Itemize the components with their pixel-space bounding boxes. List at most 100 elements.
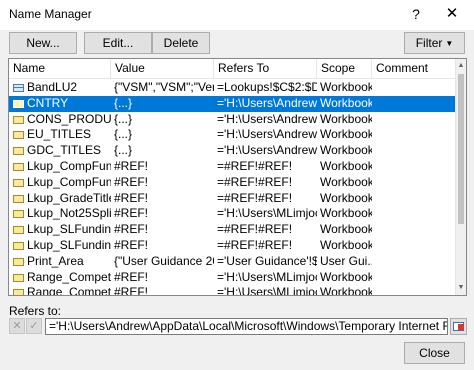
name-cell: BandLU2 <box>9 80 111 96</box>
row-name-text: GDC_TITLES <box>27 143 102 158</box>
collapse-dialog-button[interactable] <box>450 318 467 335</box>
row-name-text: Lkup_SLFunding2 <box>27 237 111 252</box>
row-name-text: CONS_PRODUCT <box>27 111 111 126</box>
value-cell: #REF! <box>114 237 149 252</box>
comment-cell <box>372 222 456 238</box>
row-name-text: BandLU2 <box>27 80 78 94</box>
refers-to-cell: ='H:\Users\Andrew... <box>217 143 317 158</box>
filter-button-label: Filter <box>415 36 443 50</box>
list-rows: BandLU2 {"VSM","VSM";"Very...=Lookups!$C$… <box>9 80 456 296</box>
row-name-text: Lkup_CompFun... <box>27 174 111 189</box>
table-row[interactable]: GDC_TITLES {...} ='H:\Users\Andrew... Workb… <box>9 143 456 159</box>
column-header-scope[interactable]: Scope <box>317 59 372 79</box>
row-name-text: Lkup_Not25Split <box>27 206 111 221</box>
scope-cell: Workbook <box>320 127 372 142</box>
refers-to-cell: =Lookups!$C$2:$D... <box>217 80 317 94</box>
table-row[interactable]: Lkup_GradeTitle...#REF! =#REF!#REF! Workbo… <box>9 191 456 207</box>
scope-cell: Workbook <box>320 80 372 94</box>
refers-to-cell: =#REF!#REF! <box>217 174 293 189</box>
table-row[interactable]: Range_Compet...#REF! ='H:\Users\MLimjoc..… <box>9 285 456 296</box>
comment-cell <box>372 112 456 128</box>
edit-button[interactable]: Edit... <box>84 32 152 54</box>
chevron-down-icon: ▼ <box>445 39 454 48</box>
name-cell: CONS_PRODUCT <box>9 112 111 128</box>
table-row[interactable]: CONS_PRODUCT{...} ='H:\Users\Andrew...Wor… <box>9 112 456 128</box>
refers-to-cell: ='H:\Users\Andrew... <box>217 127 317 142</box>
scroll-down-icon[interactable]: ▼ <box>456 281 466 295</box>
table-row[interactable]: Lkup_SLFunding2#REF! =#REF!#REF! Workbook <box>9 238 456 254</box>
scope-cell: Workbook <box>320 285 372 296</box>
column-header-comment[interactable]: Comment <box>372 59 456 79</box>
row-name-text: Print_Area <box>27 253 84 268</box>
value-cell: #REF! <box>114 158 149 173</box>
name-cell: GDC_TITLES <box>9 143 111 159</box>
table-row[interactable]: Range_Compet...#REF! ='H:\Users\MLimjoc..… <box>9 270 456 286</box>
named-range-icon <box>13 147 24 156</box>
comment-cell <box>372 191 456 207</box>
value-cell: #REF! <box>114 190 149 205</box>
name-cell: Lkup_CompFun... <box>9 159 111 175</box>
new-button[interactable]: New... <box>9 32 77 54</box>
window-close-button[interactable]: ✕ <box>438 3 466 25</box>
scrollbar-thumb[interactable] <box>458 74 464 224</box>
row-name-text: Range_Compet... <box>27 269 111 284</box>
refers-to-cell: ='H:\Users\MLimjoc... <box>217 269 317 284</box>
comment-cell <box>372 206 456 222</box>
value-cell: {...} <box>114 95 133 110</box>
table-row[interactable]: Print_Area {"User Guidance 20...='User Gu… <box>9 254 456 270</box>
named-range-icon <box>13 273 24 282</box>
refers-to-cell: ='H:\Users\Andrew... <box>217 111 317 126</box>
filter-button[interactable]: Filter ▼ <box>404 32 465 54</box>
table-row[interactable]: CNTRY {...} ='H:\Users\Andrew... Workbook <box>9 95 456 112</box>
name-cell: Print_Area <box>9 254 111 270</box>
scope-cell: Workbook <box>320 269 372 284</box>
row-name-text: Lkup_CompFun... <box>27 158 111 173</box>
cancel-edit-icon: ✕ <box>9 318 25 334</box>
new-button-label: New... <box>26 36 60 50</box>
name-cell: Range_Compet... <box>9 270 111 286</box>
comment-cell <box>372 270 456 286</box>
scope-cell: Workbook <box>320 190 372 205</box>
comment-cell <box>372 143 456 159</box>
value-cell: #REF! <box>114 206 149 221</box>
table-row[interactable]: Lkup_CompFun...#REF! =#REF!#REF! Workbook <box>9 159 456 175</box>
refers-to-input[interactable]: ='H:\Users\Andrew\AppData\Local\Microsof… <box>45 318 448 335</box>
column-header-name[interactable]: Name <box>9 59 111 79</box>
named-range-icon <box>13 178 24 187</box>
named-range-icon <box>13 257 24 266</box>
table-row[interactable]: Lkup_Not25Split#REF! ='H:\Users\MLimjoc..… <box>9 206 456 222</box>
comment-cell <box>372 96 456 112</box>
refers-to-cell: =#REF!#REF! <box>217 190 293 205</box>
comment-cell <box>372 175 456 191</box>
scope-cell: Workbook <box>320 143 372 158</box>
row-name-text: Lkup_GradeTitle... <box>27 190 111 205</box>
comment-cell <box>372 238 456 254</box>
name-cell: EU_TITLES <box>9 127 111 143</box>
close-button[interactable]: Close <box>404 342 465 364</box>
refers-to-cell: =#REF!#REF! <box>217 237 293 252</box>
named-range-icon <box>13 131 24 140</box>
value-cell: {...} <box>114 111 133 126</box>
refers-to-cell: ='H:\Users\MLimjoc... <box>217 285 317 296</box>
row-name-text: EU_TITLES <box>27 127 92 142</box>
refers-to-cell: ='User Guidance'!$... <box>217 253 317 268</box>
named-range-icon <box>13 194 24 203</box>
table-row[interactable]: EU_TITLES {...} ='H:\Users\Andrew... Workbo… <box>9 127 456 143</box>
name-cell: Lkup_Not25Split <box>9 206 111 222</box>
names-list[interactable]: Name Value Refers To Scope Comment BandL… <box>8 58 467 296</box>
row-name-text: CNTRY <box>27 95 69 110</box>
name-cell: Lkup_CompFun... <box>9 175 111 191</box>
help-button[interactable]: ? <box>403 4 429 24</box>
scroll-up-icon[interactable]: ▲ <box>456 59 466 73</box>
table-row[interactable]: Lkup_SLFunding #REF! =#REF!#REF! Workbook <box>9 222 456 238</box>
window-title: Name Manager <box>9 7 92 21</box>
table-row[interactable]: Lkup_CompFun...#REF! =#REF!#REF! Workbook <box>9 175 456 191</box>
delete-button[interactable]: Delete <box>152 32 210 54</box>
comment-cell <box>372 159 456 175</box>
column-header-value[interactable]: Value <box>111 59 214 79</box>
refers-to-cell: ='H:\Users\MLimjoc... <box>217 206 317 221</box>
table-row[interactable]: BandLU2 {"VSM","VSM";"Very...=Lookups!$C$… <box>9 80 456 96</box>
column-header-refers-to[interactable]: Refers To <box>214 59 317 79</box>
scope-cell: Workbook <box>320 111 372 126</box>
vertical-scrollbar[interactable]: ▲ ▼ <box>455 59 466 295</box>
